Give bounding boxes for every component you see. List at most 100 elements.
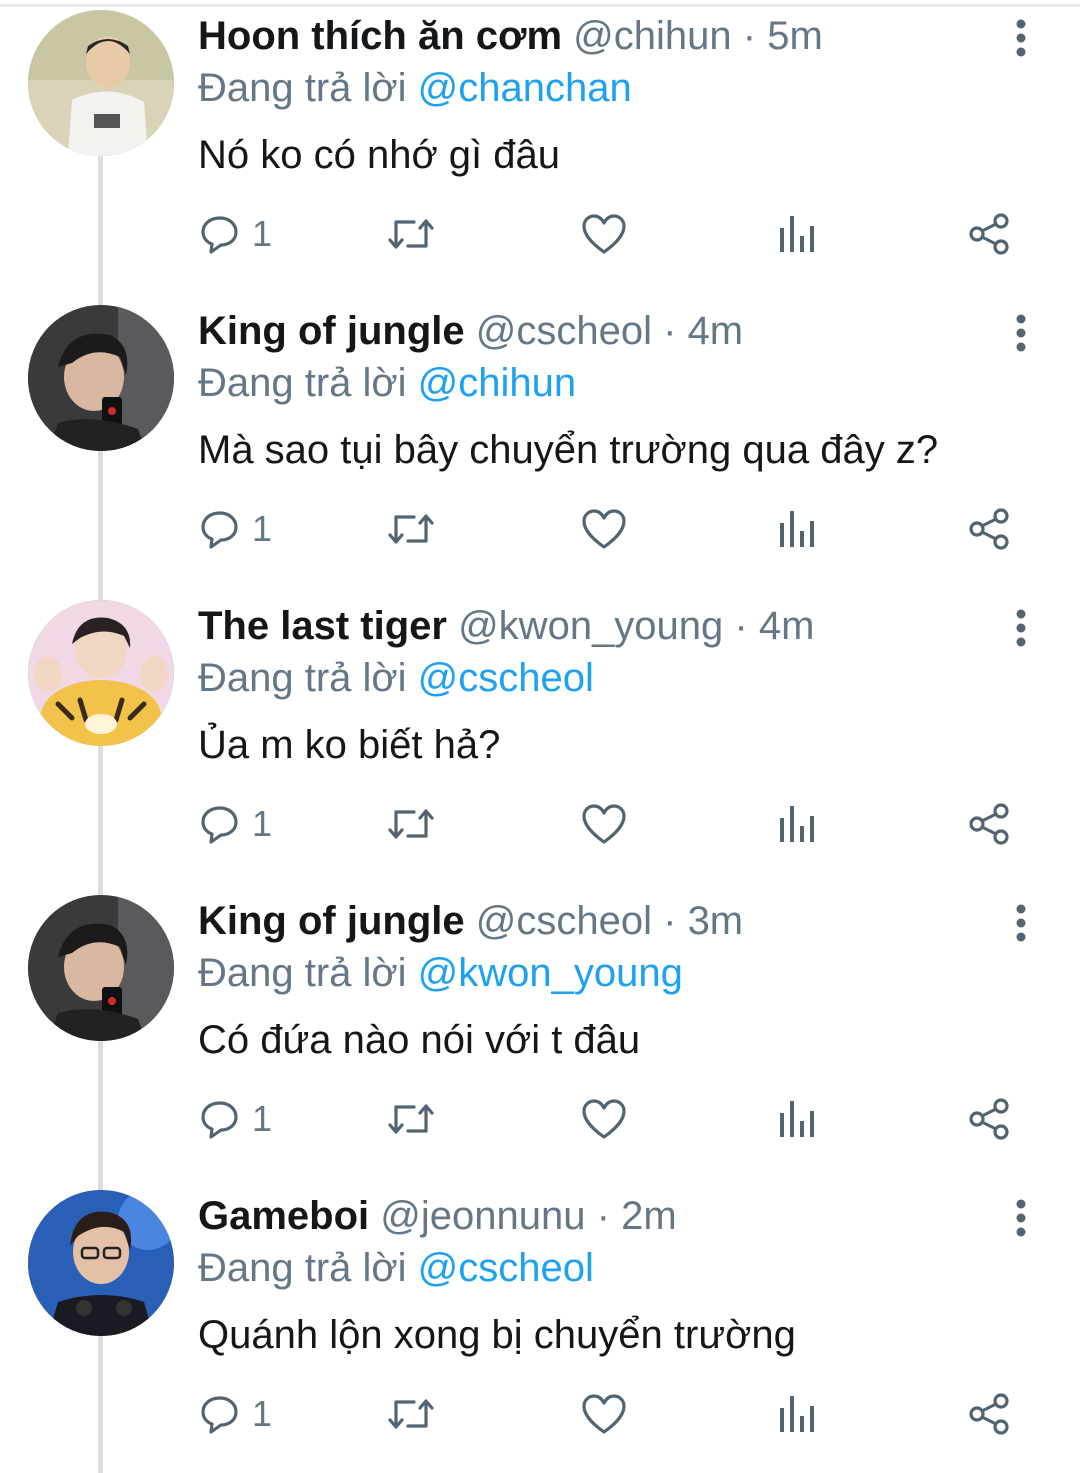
user-handle[interactable]: @jeonnunu bbox=[380, 1194, 585, 1238]
avatar-photo-icon bbox=[28, 895, 174, 1041]
reply-icon bbox=[201, 1396, 238, 1434]
user-handle[interactable]: @cscheol bbox=[476, 309, 652, 353]
tweet-header: King of jungle @cscheol · 4m bbox=[198, 305, 743, 357]
like-button[interactable] bbox=[580, 204, 628, 264]
stats-button[interactable] bbox=[776, 499, 820, 559]
timestamp[interactable]: 2m bbox=[621, 1194, 677, 1238]
stats-icon bbox=[780, 216, 814, 252]
reply-button[interactable]: 1 bbox=[198, 1384, 272, 1444]
separator-dot: · bbox=[663, 899, 677, 943]
user-handle[interactable]: @chihun bbox=[573, 14, 731, 58]
reply-button[interactable]: 1 bbox=[198, 1089, 272, 1149]
tweet[interactable]: King of jungle @cscheol · 4m Đang trả lờ… bbox=[0, 295, 1080, 590]
stats-button[interactable] bbox=[776, 1384, 820, 1444]
reply-to-mention[interactable]: @kwon_young bbox=[418, 951, 683, 995]
heart-icon bbox=[582, 804, 626, 844]
avatar[interactable] bbox=[28, 10, 174, 156]
user-handle[interactable]: @kwon_young bbox=[458, 604, 723, 648]
retweet-icon bbox=[388, 1104, 434, 1134]
stats-icon bbox=[780, 511, 814, 547]
reply-count: 1 bbox=[252, 1393, 273, 1434]
share-icon bbox=[969, 213, 1009, 255]
avatar[interactable] bbox=[28, 895, 174, 1041]
display-name[interactable]: King of jungle bbox=[198, 899, 465, 943]
stats-button[interactable] bbox=[776, 794, 820, 854]
reply-to-mention[interactable]: @cscheol bbox=[418, 656, 594, 700]
avatar-photo-icon bbox=[28, 10, 174, 156]
more-options-button[interactable] bbox=[1002, 14, 1040, 62]
share-button[interactable] bbox=[966, 1384, 1012, 1444]
tweet-header: Hoon thích ăn cơm @chihun · 5m bbox=[198, 10, 823, 62]
tweet[interactable]: The last tiger @kwon_young · 4m Đang trả… bbox=[0, 590, 1080, 885]
tweet[interactable]: King of jungle @cscheol · 3m Đang trả lờ… bbox=[0, 885, 1080, 1180]
heart-icon bbox=[582, 214, 626, 254]
reply-button[interactable]: 1 bbox=[198, 794, 272, 854]
reply-count: 1 bbox=[252, 1098, 273, 1139]
more-options-button[interactable] bbox=[1002, 1194, 1040, 1242]
share-button[interactable] bbox=[966, 794, 1012, 854]
avatar[interactable] bbox=[28, 1190, 174, 1336]
replying-prefix: Đang trả lời bbox=[198, 361, 407, 405]
like-button[interactable] bbox=[580, 1089, 628, 1149]
share-icon bbox=[969, 1393, 1009, 1435]
share-button[interactable] bbox=[966, 1089, 1012, 1149]
tweet[interactable]: Gameboi @jeonnunu · 2m Đang trả lời @csc… bbox=[0, 1180, 1080, 1473]
reply-count: 1 bbox=[252, 508, 273, 549]
heart-icon bbox=[582, 1099, 626, 1139]
reply-to-mention[interactable]: @chanchan bbox=[418, 66, 632, 110]
retweet-button[interactable] bbox=[386, 499, 436, 559]
tweet-header: King of jungle @cscheol · 3m bbox=[198, 895, 743, 947]
avatar-photo-icon bbox=[28, 1190, 174, 1336]
like-button[interactable] bbox=[580, 794, 628, 854]
timestamp[interactable]: 4m bbox=[759, 604, 815, 648]
tweet-header: The last tiger @kwon_young · 4m bbox=[198, 600, 814, 652]
display-name[interactable]: King of jungle bbox=[198, 309, 465, 353]
avatar[interactable] bbox=[28, 305, 174, 451]
replying-prefix: Đang trả lời bbox=[198, 656, 407, 700]
more-options-button[interactable] bbox=[1002, 899, 1040, 947]
user-handle[interactable]: @cscheol bbox=[476, 899, 652, 943]
tweet[interactable]: Hoon thích ăn cơm @chihun · 5m Đang trả … bbox=[0, 0, 1080, 295]
replying-to: Đang trả lời @kwon_young bbox=[198, 947, 683, 999]
reply-icon bbox=[201, 806, 238, 844]
display-name[interactable]: Gameboi bbox=[198, 1194, 369, 1238]
retweet-button[interactable] bbox=[386, 1384, 436, 1444]
reply-to-mention[interactable]: @chihun bbox=[418, 361, 576, 405]
stats-button[interactable] bbox=[776, 204, 820, 264]
display-name[interactable]: Hoon thích ăn cơm bbox=[198, 14, 562, 58]
display-name[interactable]: The last tiger bbox=[198, 604, 447, 648]
reply-to-mention[interactable]: @cscheol bbox=[418, 1246, 594, 1290]
more-vertical-icon bbox=[1016, 609, 1026, 647]
reply-button[interactable]: 1 bbox=[198, 204, 272, 264]
heart-icon bbox=[582, 509, 626, 549]
timestamp[interactable]: 3m bbox=[688, 899, 744, 943]
like-button[interactable] bbox=[580, 1384, 628, 1444]
reply-button[interactable]: 1 bbox=[198, 499, 272, 559]
like-button[interactable] bbox=[580, 499, 628, 559]
retweet-icon bbox=[388, 219, 434, 249]
retweet-icon bbox=[388, 1399, 434, 1429]
share-button[interactable] bbox=[966, 499, 1012, 559]
reply-count: 1 bbox=[252, 803, 273, 844]
more-options-button[interactable] bbox=[1002, 604, 1040, 652]
replying-prefix: Đang trả lời bbox=[198, 66, 407, 110]
share-icon bbox=[969, 803, 1009, 845]
retweet-button[interactable] bbox=[386, 1089, 436, 1149]
tweet-text: Có đứa nào nói với t đâu bbox=[198, 1018, 641, 1062]
tweet-text: Mà sao tụi bây chuyển trường qua đây z? bbox=[198, 428, 939, 472]
tweet-actions: 1 bbox=[0, 1384, 1080, 1444]
tweet-text: Nó ko có nhớ gì đâu bbox=[198, 133, 561, 177]
reply-icon bbox=[201, 1101, 238, 1139]
retweet-button[interactable] bbox=[386, 794, 436, 854]
replying-to: Đang trả lời @cscheol bbox=[198, 652, 594, 704]
timestamp[interactable]: 5m bbox=[767, 14, 823, 58]
timestamp[interactable]: 4m bbox=[688, 309, 744, 353]
retweet-button[interactable] bbox=[386, 204, 436, 264]
avatar[interactable] bbox=[28, 600, 174, 746]
share-button[interactable] bbox=[966, 204, 1012, 264]
more-options-button[interactable] bbox=[1002, 309, 1040, 357]
tweet-text: Quánh lộn xong bị chuyển trường bbox=[198, 1313, 796, 1357]
separator-dot: · bbox=[663, 309, 677, 353]
stats-button[interactable] bbox=[776, 1089, 820, 1149]
reply-thread-screen: Hoon thích ăn cơm @chihun · 5m Đang trả … bbox=[0, 0, 1080, 1473]
